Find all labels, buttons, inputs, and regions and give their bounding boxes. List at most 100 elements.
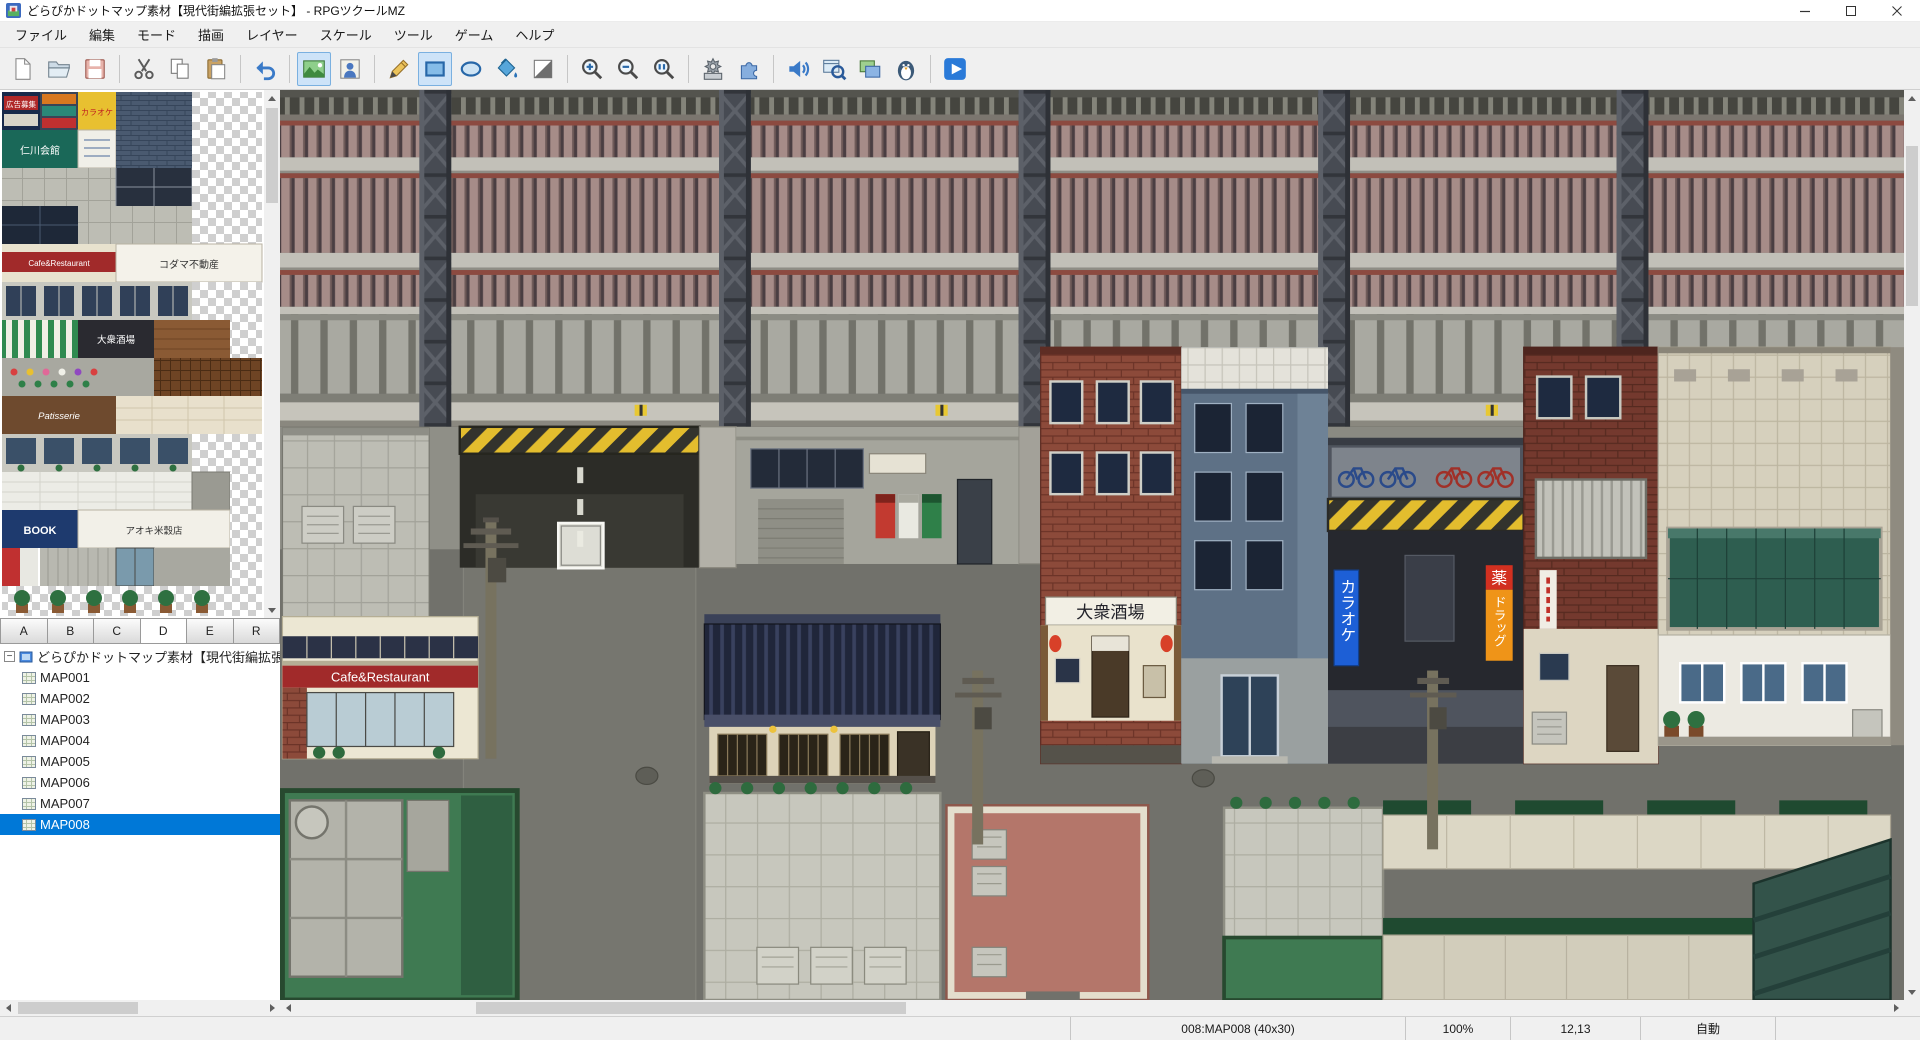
close-button[interactable] [1874,0,1920,21]
copy-button[interactable] [163,52,197,86]
maximize-button[interactable] [1828,0,1874,21]
open-project-button[interactable] [42,52,76,86]
palette-scroll-track[interactable] [264,106,280,602]
tree-scroll-track[interactable] [16,1000,264,1016]
map-tree-item-map001[interactable]: MAP001 [0,667,280,688]
map-tree-item-map002[interactable]: MAP002 [0,688,280,709]
map-mode-button[interactable] [297,52,331,86]
palette-tab-e[interactable]: E [187,618,234,644]
event-mode-icon [337,56,363,82]
palette-tab-a[interactable]: A [0,618,48,644]
map-label: MAP007 [40,796,90,811]
building-gray-tiled [282,428,429,619]
cut-button[interactable] [127,52,161,86]
canvas-hscrollbar[interactable] [280,1000,1904,1016]
canvas-area: Cafe&Restaurant [280,90,1920,1016]
map-tree-root[interactable]: − どらぴかドットマップ素材【現代街編拡張セット】 [0,646,280,667]
menu-game[interactable]: ゲーム [444,22,505,47]
zoom-out-icon [615,56,641,82]
zoom-out-button[interactable] [611,52,645,86]
menu-mode[interactable]: モード [126,22,187,47]
project-icon [19,651,33,663]
menu-draw[interactable]: 描画 [187,22,235,47]
title-bar: どらぴかドットマップ素材【現代街編拡張セット】 - RPGツクールMZ [0,0,1920,22]
canvas-scroll-right[interactable] [1888,1000,1904,1016]
canvas-scroll-left[interactable] [280,1000,296,1016]
palette-scroll-up[interactable] [264,90,280,106]
database-button[interactable] [696,52,730,86]
tree-scroll-left[interactable] [0,1000,16,1016]
expand-collapse-box[interactable]: − [4,651,15,662]
undo-button[interactable] [248,52,282,86]
character-generator-button[interactable] [889,52,923,86]
map-tree-item-map006[interactable]: MAP006 [0,772,280,793]
rectangle-tool-button[interactable] [418,52,452,86]
canvas-hscroll-thumb[interactable] [476,1002,906,1014]
tileset-palette[interactable]: 広告募集 カラオケ 仁川会館 [0,90,264,618]
map-label: MAP008 [40,817,90,832]
palette-sign-rice: アオキ米穀店 [125,525,182,537]
lot-tiled [1224,797,1383,1000]
palette-scrollbar[interactable] [264,90,280,618]
palette-tab-c[interactable]: C [94,618,141,644]
menu-edit[interactable]: 編集 [78,22,126,47]
sound-test-button[interactable] [781,52,815,86]
tile-cursor[interactable] [558,522,604,569]
map-tree-item-map004[interactable]: MAP004 [0,730,280,751]
canvas-vscroll-thumb[interactable] [1906,146,1918,306]
toolbar-separator [374,55,375,83]
map-label: MAP002 [40,691,90,706]
canvas-scroll-down[interactable] [1904,984,1920,1000]
palette-tab-r[interactable]: R [234,618,281,644]
paste-button[interactable] [199,52,233,86]
map-tree-item-map003[interactable]: MAP003 [0,709,280,730]
zoom-actual-button[interactable] [647,52,681,86]
event-searcher-button[interactable] [817,52,851,86]
shadow-pen-tool-button[interactable] [526,52,560,86]
building-redbrown [1524,347,1659,763]
save-project-button[interactable] [78,52,112,86]
menu-layer[interactable]: レイヤー [235,22,309,47]
menu-scale[interactable]: スケール [309,22,383,47]
tree-scrollbar[interactable] [0,1000,280,1016]
new-project-button[interactable] [6,52,40,86]
palette-scroll-down[interactable] [264,602,280,618]
palette-tab-b[interactable]: B [48,618,95,644]
ellipse-tool-button[interactable] [454,52,488,86]
canvas-hscroll-track[interactable] [296,1000,1888,1016]
map-tree-item-map008[interactable]: MAP008 [0,814,280,835]
palette-sign-karaoke: カラオケ [81,108,113,117]
shadow-pen-tool-icon [530,56,556,82]
palette-tab-d[interactable]: D [141,618,188,644]
flood-fill-tool-button[interactable] [490,52,524,86]
palette-scroll-thumb[interactable] [266,108,278,203]
minimize-button[interactable] [1782,0,1828,21]
plugin-manager-icon [736,56,762,82]
resource-manager-button[interactable] [853,52,887,86]
canvas-vscrollbar[interactable] [1904,90,1920,1000]
karaoke-sign-text: カラオケ [1338,579,1355,643]
rpg-maker-window: どらぴかドットマップ素材【現代街編拡張セット】 - RPGツクールMZ ファイル… [0,0,1920,1040]
plugin-manager-button[interactable] [732,52,766,86]
map-tree-item-map007[interactable]: MAP007 [0,793,280,814]
event-mode-button[interactable] [333,52,367,86]
zoom-in-button[interactable] [575,52,609,86]
map-canvas[interactable]: Cafe&Restaurant [280,90,1904,1000]
toolbar-separator [240,55,241,83]
map-label: MAP001 [40,670,90,685]
play-test-button[interactable] [938,52,972,86]
toolbar-separator [119,55,120,83]
canvas-vscroll-track[interactable] [1904,106,1920,984]
tree-scroll-thumb[interactable] [18,1002,138,1014]
map-icon [22,714,36,726]
paste-icon [203,56,229,82]
map-tree-item-map005[interactable]: MAP005 [0,751,280,772]
menu-help[interactable]: ヘルプ [504,22,565,47]
menu-file[interactable]: ファイル [4,22,78,47]
tree-scroll-right[interactable] [264,1000,280,1016]
pencil-tool-button[interactable] [382,52,416,86]
app-icon [6,3,21,18]
menu-tools[interactable]: ツール [383,22,444,47]
red-lantern [1160,635,1172,652]
canvas-scroll-up[interactable] [1904,90,1920,106]
